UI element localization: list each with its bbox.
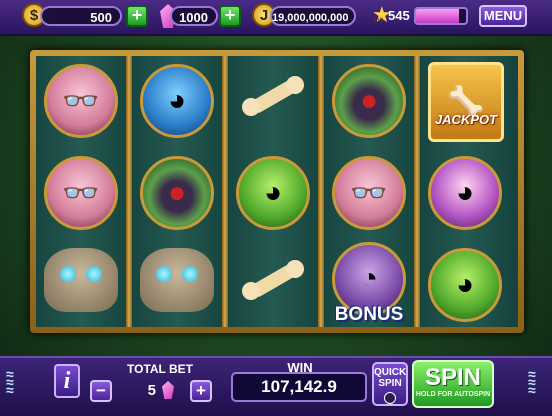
quick-spin-toggle-icon — [384, 392, 396, 404]
purple-dino-feathers-symbol: ◕ — [428, 156, 502, 230]
right-chevrons-icon: ≈ ≈ ≈ — [528, 366, 536, 398]
level-label: LVL — [374, 18, 385, 24]
bone-symbol — [238, 260, 308, 300]
dino-egg-symbol: ● — [332, 64, 406, 138]
xp-progress-fill — [416, 9, 459, 23]
green-dino-symbol: ◕ — [428, 248, 502, 322]
green-dino-symbol: ◕ — [236, 156, 310, 230]
blue-dino-symbol: ◕ — [140, 64, 214, 138]
fossil-skull-symbol — [44, 248, 118, 312]
total-bet-value: 5 — [147, 382, 156, 399]
jackpot-label: JACKPOT — [434, 112, 498, 127]
egg-gem-icon: ● — [167, 176, 187, 209]
buy-gems-button[interactable]: + — [219, 5, 241, 27]
menu-button[interactable]: MENU — [479, 5, 527, 27]
glasses-icon: 👓 — [62, 176, 100, 210]
pink-dino-glasses-symbol: 👓 — [44, 156, 118, 230]
total-bet-label: TOTAL BET — [127, 362, 193, 376]
level-value: 545 — [388, 8, 410, 23]
decrease-bet-button[interactable]: − — [90, 380, 112, 402]
spin-button[interactable]: SPIN HOLD FOR AUTOSPIN — [412, 360, 494, 408]
spin-label: SPIN — [424, 364, 481, 391]
quick-spin-button[interactable]: QUICK SPIN — [372, 362, 408, 406]
buy-coins-button[interactable]: + — [126, 5, 148, 27]
glasses-icon: 👓 — [350, 176, 388, 210]
dino-egg-symbol: ● — [140, 156, 214, 230]
reel-area: 👓 👓 ◕ ● ◕ ● 👓 ◔ BONUS 🦴 JACKPOT ◕ ◕ — [36, 56, 518, 327]
jackpot-total: 19,000,000,000 — [270, 6, 356, 26]
fossil-skull-symbol — [140, 248, 214, 312]
glasses-icon: 👓 — [62, 84, 100, 118]
dino-face-icon: ◕ — [167, 84, 187, 117]
dino-face-icon: ◕ — [263, 176, 283, 209]
win-amount: 107,142.9 — [231, 372, 367, 402]
dino-face-icon: ◕ — [455, 176, 475, 209]
jackpot-symbol: 🦴 JACKPOT — [428, 62, 504, 142]
bone-symbol — [238, 76, 308, 116]
xp-progress-bar — [414, 7, 468, 25]
info-button[interactable]: i — [54, 364, 80, 398]
gem-balance: 1000 — [170, 6, 218, 26]
left-chevrons-icon: ≈ ≈ ≈ — [6, 366, 14, 398]
dino-face-icon: ◕ — [455, 268, 475, 301]
autospin-hint: HOLD FOR AUTOSPIN — [415, 391, 491, 398]
quick-spin-label: QUICK SPIN — [374, 367, 407, 389]
increase-bet-button[interactable]: + — [190, 380, 212, 402]
pink-dino-glasses-symbol: 👓 — [44, 64, 118, 138]
pink-dino-glasses-symbol: 👓 — [332, 156, 406, 230]
egg-gem-icon: ● — [359, 84, 379, 117]
hippo-face-icon: ◔ — [359, 262, 379, 295]
top-bar: $ 500 + 1000 + J 19,000,000,000 ★ LVL 545… — [0, 0, 552, 36]
bonus-label: BONUS — [334, 304, 404, 325]
coin-balance: 500 — [40, 6, 122, 26]
